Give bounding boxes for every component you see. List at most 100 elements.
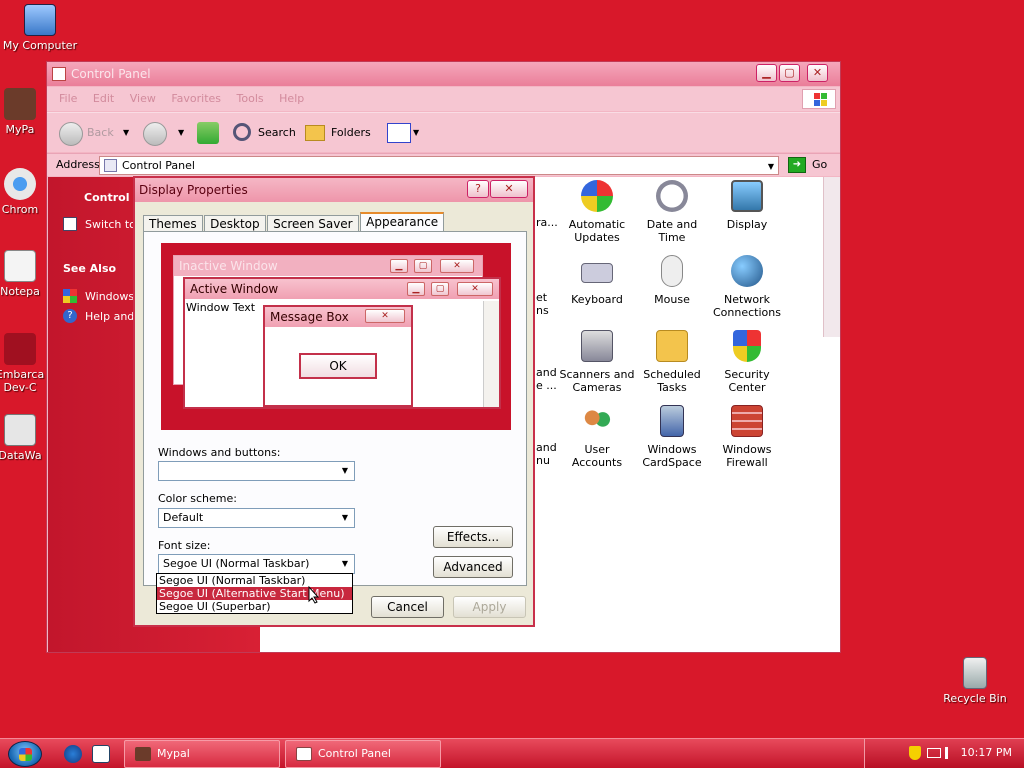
- cp-item-label: Display: [726, 218, 768, 231]
- clipped-label: ns: [536, 304, 549, 317]
- address-dropdown-icon[interactable]: ▼: [768, 158, 774, 175]
- menu-help[interactable]: Help: [273, 87, 310, 105]
- menu-edit[interactable]: Edit: [87, 87, 120, 105]
- clipped-label: ra...: [536, 216, 558, 229]
- see-also-heading: See Also: [63, 262, 117, 275]
- font-size-select[interactable]: Segoe UI (Normal Taskbar) ▼: [158, 554, 355, 574]
- start-button[interactable]: [8, 741, 42, 767]
- search-button[interactable]: Search: [258, 122, 296, 144]
- back-button[interactable]: Back: [87, 122, 114, 144]
- back-arrow-icon[interactable]: [59, 122, 83, 146]
- desktop-icon-label: MyPa: [5, 123, 35, 136]
- menu-file[interactable]: File: [53, 87, 83, 105]
- preview-active-title: Active Window: [185, 279, 499, 299]
- maximize-button[interactable]: ▢: [779, 64, 800, 82]
- control-panel-icon: [104, 159, 117, 172]
- desktop-icon-my-computer[interactable]: My Computer: [0, 4, 80, 52]
- toolbar: Back ▼ ▼ Search Folders ▼: [47, 112, 840, 152]
- effects-button[interactable]: Effects...: [433, 526, 513, 548]
- windows-update-link[interactable]: Windows: [85, 290, 134, 303]
- desktop-icon-label: Chrom: [1, 203, 39, 216]
- desktop-icon-datawa[interactable]: DataWa: [0, 414, 50, 462]
- cp-item-user-accounts[interactable]: User Accounts: [556, 405, 638, 469]
- ie-quicklaunch-icon[interactable]: [64, 745, 82, 763]
- scrollbar[interactable]: [823, 177, 840, 337]
- control-panel-titlebar[interactable]: Control Panel ▁ ▢ ✕: [47, 62, 840, 86]
- advanced-button[interactable]: Advanced: [433, 556, 513, 578]
- mypal-icon: [4, 88, 36, 120]
- menu-favorites[interactable]: Favorites: [165, 87, 227, 105]
- address-label: Address: [56, 158, 100, 171]
- tab-strip: Themes Desktop Screen Saver Appearance: [143, 211, 445, 234]
- clipped-label: nu: [536, 454, 550, 467]
- desktop-icon-recycle-bin[interactable]: Recycle Bin: [935, 657, 1015, 705]
- font-option-selected[interactable]: Segoe UI (Alternative Start Menu): [157, 587, 352, 600]
- help-button[interactable]: ?: [467, 180, 489, 198]
- forward-arrow-icon[interactable]: [143, 122, 167, 146]
- cp-item-label: Scanners and: [559, 368, 635, 381]
- preview-ok-button: OK: [299, 353, 377, 379]
- firewall-icon: [731, 405, 763, 437]
- forward-dropdown-icon[interactable]: ▼: [178, 122, 184, 144]
- address-input[interactable]: Control Panel ▼: [99, 156, 779, 175]
- go-arrow-icon[interactable]: ➜: [788, 157, 806, 173]
- views-dropdown-icon[interactable]: ▼: [413, 122, 419, 144]
- back-dropdown-icon[interactable]: ▼: [123, 122, 129, 144]
- color-scheme-select[interactable]: Default ▼: [158, 508, 355, 528]
- desktop-icon-chrome[interactable]: Chrom: [0, 168, 50, 216]
- cp-item-label: Mouse: [654, 293, 690, 306]
- cp-item-security-center[interactable]: Security Center: [706, 330, 788, 394]
- windows-logo-icon: [802, 89, 836, 109]
- menu-tools[interactable]: Tools: [231, 87, 270, 105]
- font-option[interactable]: Segoe UI (Normal Taskbar): [157, 574, 352, 587]
- cp-item-display[interactable]: Display: [706, 180, 788, 231]
- mouse-cursor-icon: [308, 586, 320, 604]
- desktop-icon-mypal[interactable]: MyPa: [0, 88, 50, 136]
- color-scheme-value: Default: [163, 511, 204, 524]
- cp-item-windows-firewall[interactable]: Windows Firewall: [706, 405, 788, 469]
- users-icon: [581, 405, 613, 437]
- dialog-close-button[interactable]: ✕: [490, 180, 528, 198]
- up-folder-icon[interactable]: [197, 122, 219, 144]
- desktop-icon-notepad[interactable]: Notepa: [0, 250, 50, 298]
- windows-buttons-select[interactable]: ▼: [158, 461, 355, 481]
- cp-item-automatic-updates[interactable]: Automatic Updates: [556, 180, 638, 244]
- control-panel-icon: [52, 67, 66, 81]
- help-link[interactable]: Help and: [85, 310, 134, 323]
- taskbar-button-control-panel[interactable]: Control Panel: [285, 740, 441, 768]
- volume-icon[interactable]: [945, 747, 955, 759]
- preview-minimize-icon: ▁: [407, 282, 425, 296]
- cp-item-keyboard[interactable]: Keyboard: [556, 255, 638, 306]
- cp-item-date-time[interactable]: Date and Time: [631, 180, 713, 244]
- close-button[interactable]: ✕: [807, 64, 828, 82]
- go-button[interactable]: Go: [812, 158, 827, 171]
- cp-item-scheduled-tasks[interactable]: Scheduled Tasks: [631, 330, 713, 394]
- minimize-button[interactable]: ▁: [756, 64, 777, 82]
- display-icon: [731, 180, 763, 212]
- cp-item-scanners-cameras[interactable]: Scanners and Cameras: [556, 330, 638, 394]
- cp-item-label: User: [584, 443, 610, 456]
- folders-button[interactable]: Folders: [331, 122, 371, 144]
- menu-view[interactable]: View: [124, 87, 162, 105]
- shortcut-icon: [4, 414, 36, 446]
- preview-close-icon: ✕: [365, 309, 405, 323]
- cp-item-windows-cardspace[interactable]: Windows CardSpace: [631, 405, 713, 469]
- desktop-icon-label: Recycle Bin: [943, 692, 1007, 705]
- quicklaunch-icon[interactable]: [92, 745, 110, 763]
- font-option[interactable]: Segoe UI (Superbar): [157, 600, 352, 613]
- security-shield-icon[interactable]: [909, 746, 921, 760]
- views-icon[interactable]: [387, 123, 411, 143]
- cp-item-mouse[interactable]: Mouse: [631, 255, 713, 306]
- preview-maximize-icon: ▢: [414, 259, 432, 273]
- recycle-bin-icon: [963, 657, 987, 689]
- taskbar-button-mypal[interactable]: Mypal: [124, 740, 280, 768]
- cp-item-network-connections[interactable]: Network Connections: [706, 255, 788, 319]
- network-icon[interactable]: [927, 748, 941, 758]
- desktop-icon-embarcadero[interactable]: Embarca Dev-C: [0, 333, 50, 394]
- switch-view-link[interactable]: Switch to: [85, 218, 136, 231]
- clipped-label: and: [536, 366, 557, 379]
- apply-button[interactable]: Apply: [453, 596, 526, 618]
- cancel-button[interactable]: Cancel: [371, 596, 444, 618]
- dialog-titlebar[interactable]: Display Properties ? ✕: [135, 178, 533, 202]
- clock[interactable]: 10:17 PM: [961, 746, 1012, 759]
